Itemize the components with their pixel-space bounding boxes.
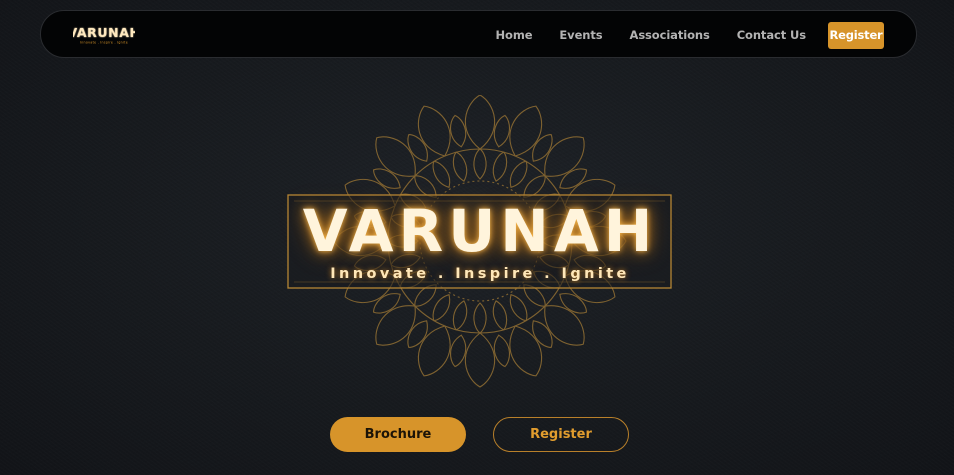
nav-link-contact-us[interactable]: Contact Us [737,28,806,42]
mandala-mid-petal [452,300,468,331]
mandala-mid-petal [473,148,487,180]
hero-title: VARUNAH [302,197,658,265]
mandala-mid-petal [452,151,468,182]
nav-link-associations[interactable]: Associations [630,28,710,42]
nav-links: Home Events Associations Contact Us Regi… [469,21,884,49]
landing-page: VARUNAH Innovate . Inspire . Ignite Home… [0,0,954,475]
brand-logo[interactable]: VARUNAH Innovate . Inspire . Ignite [67,23,139,47]
navbar: VARUNAH Innovate . Inspire . Ignite Home… [40,10,917,58]
nav-link-events[interactable]: Events [559,28,602,42]
brand-logo-text: VARUNAH [73,25,135,40]
brochure-button[interactable]: Brochure [330,417,466,452]
mandala-mid-petal [492,300,508,331]
mandala-mid-petal [473,302,487,334]
brand-logo-image: VARUNAH Innovate . Inspire . Ignite [67,25,139,45]
brand-logo-tagline: Innovate . Inspire . Ignite [80,41,128,45]
mandala-outer-petal [464,94,496,150]
mandala-outer-petal [464,332,496,388]
mandala-mid-petal [492,151,508,182]
nav-register-button[interactable]: Register [828,21,884,49]
register-button[interactable]: Register [493,417,629,452]
hero-tagline: Innovate . Inspire . Ignite [330,266,630,282]
nav-link-home[interactable]: Home [496,28,533,42]
